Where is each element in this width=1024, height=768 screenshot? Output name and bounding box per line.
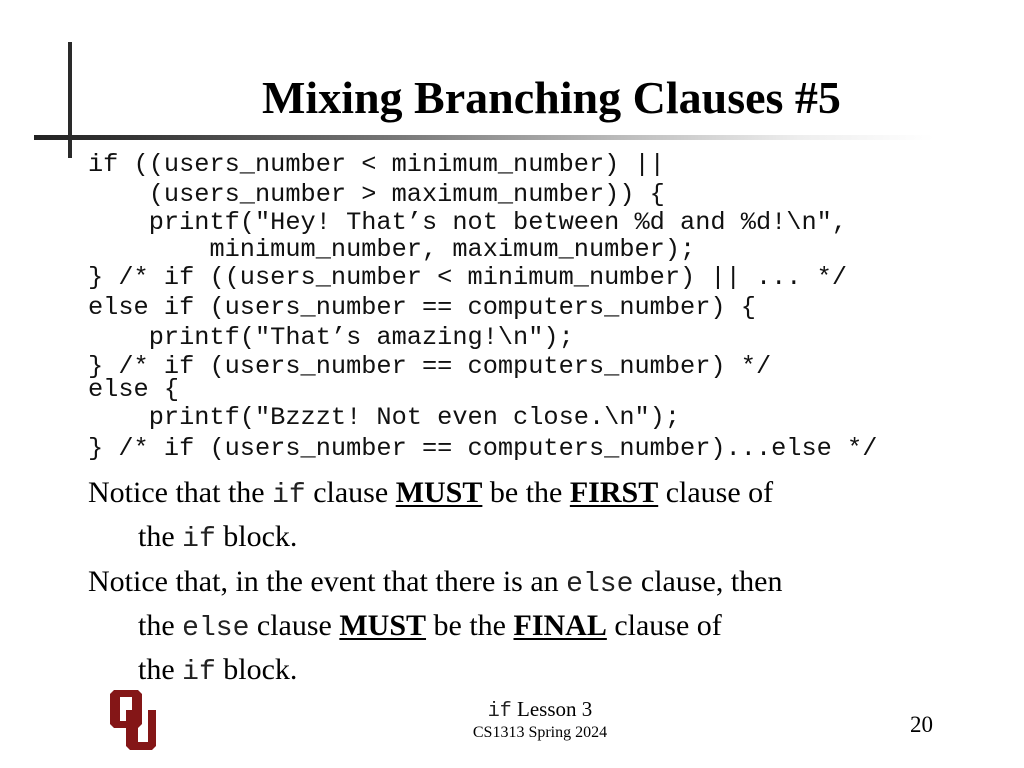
code-line: if ((users_number < minimum_number) ||	[88, 150, 665, 179]
code-line: printf("That’s amazing!\n");	[88, 323, 574, 352]
slide-title: Mixing Branching Clauses #5	[262, 72, 841, 123]
text: the	[138, 520, 183, 553]
inline-code: else	[182, 613, 250, 644]
footer-lesson: if Lesson 3	[0, 697, 1024, 723]
bullet-line: Notice that the if clause MUST be the FI…	[88, 472, 773, 516]
bullet-line: the if block.	[88, 649, 783, 693]
text: clause	[249, 609, 340, 642]
code-line: } /* if (users_number == computers_numbe…	[88, 352, 772, 381]
page-number: 20	[910, 712, 933, 737]
emphasis: MUST	[395, 476, 483, 509]
text: the	[138, 653, 183, 686]
code-line: (users_number > maximum_number)) {	[88, 180, 665, 209]
text: clause of	[658, 476, 774, 509]
text: Notice that, in the event that there is …	[88, 565, 567, 598]
text: clause	[305, 476, 396, 509]
code-line: else if (users_number == computers_numbe…	[88, 293, 756, 322]
text: block.	[215, 520, 298, 553]
bullet-else-final: Notice that, in the event that there is …	[88, 561, 783, 693]
text: Notice that the	[88, 476, 273, 509]
bullet-line: Notice that, in the event that there is …	[88, 561, 783, 605]
emphasis: FIRST	[569, 476, 659, 509]
text: be the	[426, 609, 514, 642]
code-line: } /* if ((users_number < minimum_number)…	[88, 263, 848, 292]
text: block.	[215, 653, 298, 686]
inline-code: if	[182, 657, 216, 688]
inline-code: if	[487, 700, 512, 723]
bullet-line: the else clause MUST be the FINAL clause…	[88, 605, 783, 649]
code-line: else {	[88, 375, 180, 404]
emphasis: FINAL	[513, 609, 607, 642]
inline-code: if	[272, 480, 306, 511]
code-line: minimum_number, maximum_number);	[88, 235, 696, 264]
emphasis: MUST	[339, 609, 427, 642]
code-line: } /* if (users_number == computers_numbe…	[88, 434, 878, 463]
text: clause, then	[633, 565, 783, 598]
inline-code: if	[182, 524, 216, 555]
text: Lesson 3	[511, 697, 593, 721]
text: the	[138, 609, 183, 642]
text: be the	[482, 476, 570, 509]
decorative-horizontal-rule	[34, 135, 934, 140]
bullet-if-first: Notice that the if clause MUST be the FI…	[88, 472, 773, 560]
footer-course: CS1313 Spring 2024	[472, 724, 608, 741]
code-line: printf("Bzzzt! Not even close.\n");	[88, 403, 681, 432]
code-block: if ((users_number < minimum_number) || (…	[88, 0, 877, 463]
inline-code: else	[566, 569, 634, 600]
code-line: printf("Hey! That’s not between %d and %…	[88, 208, 848, 237]
text: clause of	[606, 609, 722, 642]
bullet-line: the if block.	[88, 516, 773, 560]
